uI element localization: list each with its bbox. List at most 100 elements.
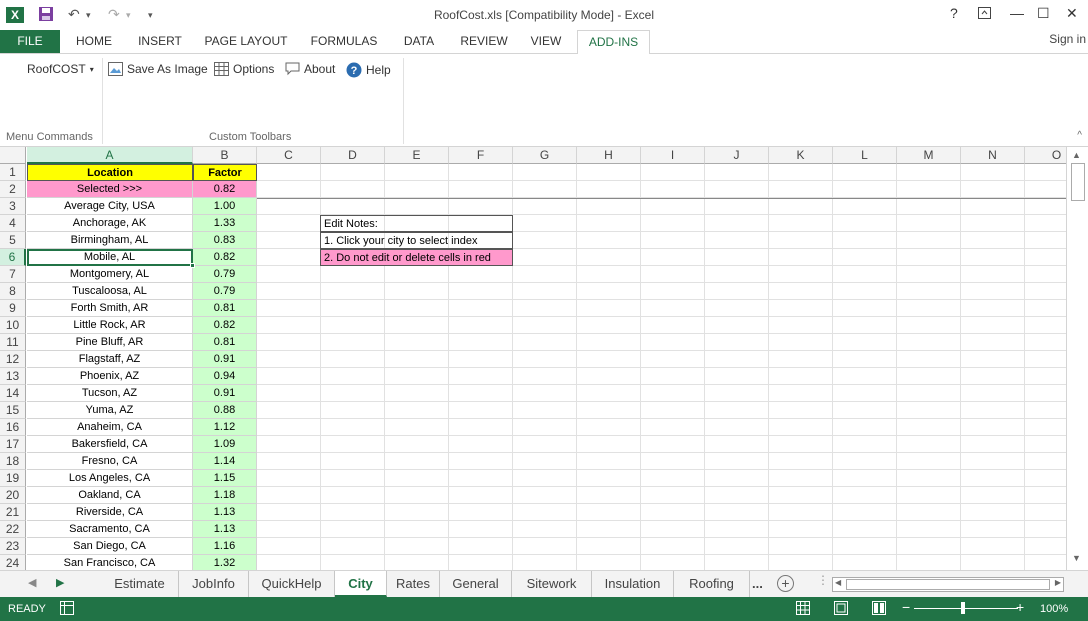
edit-notes-line-1[interactable]: 1. Click your city to select index xyxy=(320,232,513,249)
tab-view[interactable]: VIEW xyxy=(522,30,570,54)
row-header[interactable]: 9 xyxy=(0,300,26,317)
column-header-n[interactable]: N xyxy=(961,147,1025,164)
factor-cell[interactable]: 0.91 xyxy=(193,385,257,402)
city-cell[interactable]: Los Angeles, CA xyxy=(27,470,193,487)
factor-cell[interactable]: 0.79 xyxy=(193,266,257,283)
factor-cell[interactable]: 1.15 xyxy=(193,470,257,487)
row-header[interactable]: 22 xyxy=(0,521,26,538)
edit-notes-line-2[interactable]: 2. Do not edit or delete cells in red xyxy=(320,249,513,266)
row-header[interactable]: 21 xyxy=(0,504,26,521)
ribbon-display-options-icon[interactable] xyxy=(978,7,991,22)
roofcost-menu-button[interactable]: RoofCOST ▾ xyxy=(27,62,94,76)
factor-cell[interactable]: 0.82 xyxy=(193,249,257,266)
column-header-i[interactable]: I xyxy=(641,147,705,164)
row-header[interactable]: 3 xyxy=(0,198,26,215)
city-cell[interactable]: Montgomery, AL xyxy=(27,266,193,283)
fill-handle[interactable] xyxy=(190,263,195,268)
sign-in-link[interactable]: Sign in xyxy=(1049,32,1086,46)
sheet-tab-estimate[interactable]: Estimate xyxy=(101,571,179,597)
tab-formulas[interactable]: FORMULAS xyxy=(304,30,384,54)
column-header-d[interactable]: D xyxy=(321,147,385,164)
tab-insert[interactable]: INSERT xyxy=(130,30,190,54)
factor-header-cell[interactable]: Factor xyxy=(193,164,257,181)
maximize-icon[interactable]: ☐ xyxy=(1037,5,1050,22)
city-cell[interactable]: Oakland, CA xyxy=(27,487,193,504)
column-header-m[interactable]: M xyxy=(897,147,961,164)
row-header[interactable]: 20 xyxy=(0,487,26,504)
zoom-slider[interactable] xyxy=(914,608,1018,609)
zoom-slider-thumb[interactable] xyxy=(961,602,965,614)
select-all-corner[interactable] xyxy=(0,147,26,164)
zoom-out-icon[interactable]: − xyxy=(902,599,910,615)
row-header[interactable]: 24 xyxy=(0,555,26,570)
row-header[interactable]: 1 xyxy=(0,164,26,181)
column-header-c[interactable]: C xyxy=(257,147,321,164)
worksheet-grid[interactable]: A B C D E F G H I J K L M N O 1 2 3 4 5 6 7 8 9 10 11 12 13 14 15 16 17… xyxy=(0,147,1066,570)
sheet-tab-insulation[interactable]: Insulation xyxy=(592,571,674,597)
horizontal-scroll-thumb[interactable] xyxy=(846,579,1050,590)
macro-record-icon[interactable] xyxy=(60,601,74,618)
sheet-tab-quickhelp[interactable]: QuickHelp xyxy=(249,571,335,597)
column-header-g[interactable]: G xyxy=(513,147,577,164)
row-header[interactable]: 19 xyxy=(0,470,26,487)
factor-cell[interactable]: 1.18 xyxy=(193,487,257,504)
city-cell[interactable]: Fresno, CA xyxy=(27,453,193,470)
horizontal-scrollbar[interactable]: ◀ ▶ xyxy=(832,577,1064,592)
city-cell[interactable]: Sacramento, CA xyxy=(27,521,193,538)
vertical-scroll-thumb[interactable] xyxy=(1071,163,1085,201)
tab-add-ins[interactable]: ADD-INS xyxy=(577,30,650,54)
scroll-up-icon[interactable]: ▲ xyxy=(1072,150,1081,160)
factor-cell[interactable]: 0.91 xyxy=(193,351,257,368)
city-cell[interactable]: Forth Smith, AR xyxy=(27,300,193,317)
factor-cell[interactable]: 1.33 xyxy=(193,215,257,232)
help-button[interactable]: ? Help xyxy=(346,62,391,78)
factor-cell[interactable]: 0.81 xyxy=(193,334,257,351)
city-cell[interactable]: Mobile, AL xyxy=(27,249,193,266)
selected-label-cell[interactable]: Selected >>> xyxy=(27,181,193,198)
city-cell[interactable]: San Francisco, CA xyxy=(27,555,193,570)
factor-cell[interactable]: 1.00 xyxy=(193,198,257,215)
page-break-view-icon[interactable] xyxy=(872,601,886,618)
column-header-e[interactable]: E xyxy=(385,147,449,164)
scroll-tabs-left-icon[interactable]: ◀ xyxy=(28,576,36,589)
row-header[interactable]: 4 xyxy=(0,215,26,232)
help-icon[interactable]: ? xyxy=(950,5,958,21)
edit-notes-title[interactable]: Edit Notes: xyxy=(320,215,513,232)
minimize-icon[interactable]: — xyxy=(1010,5,1024,21)
page-layout-view-icon[interactable] xyxy=(834,601,848,618)
sheet-tab-jobinfo[interactable]: JobInfo xyxy=(179,571,249,597)
row-header[interactable]: 5 xyxy=(0,232,26,249)
city-cell[interactable]: Yuma, AZ xyxy=(27,402,193,419)
scroll-left-icon[interactable]: ◀ xyxy=(835,578,841,587)
city-cell[interactable]: Little Rock, AR xyxy=(27,317,193,334)
city-cell[interactable]: Pine Bluff, AR xyxy=(27,334,193,351)
factor-cell[interactable]: 1.32 xyxy=(193,555,257,570)
factor-cell[interactable]: 0.83 xyxy=(193,232,257,249)
column-header-f[interactable]: F xyxy=(449,147,513,164)
zoom-in-icon[interactable]: + xyxy=(1016,599,1024,615)
row-header[interactable]: 6 xyxy=(0,249,26,266)
factor-cell[interactable]: 0.81 xyxy=(193,300,257,317)
sheet-tab-general[interactable]: General xyxy=(440,571,512,597)
column-header-h[interactable]: H xyxy=(577,147,641,164)
column-header-j[interactable]: J xyxy=(705,147,769,164)
factor-cell[interactable]: 1.13 xyxy=(193,504,257,521)
split-handle-icon[interactable]: ⋮ xyxy=(817,573,829,587)
city-cell[interactable]: Anchorage, AK xyxy=(27,215,193,232)
about-button[interactable]: About xyxy=(285,62,335,76)
row-header[interactable]: 14 xyxy=(0,385,26,402)
city-cell[interactable]: Riverside, CA xyxy=(27,504,193,521)
scroll-right-icon[interactable]: ▶ xyxy=(1055,578,1061,587)
row-header[interactable]: 12 xyxy=(0,351,26,368)
close-icon[interactable]: ✕ xyxy=(1066,5,1078,22)
column-header-o[interactable]: O xyxy=(1025,147,1066,164)
city-cell[interactable]: Bakersfield, CA xyxy=(27,436,193,453)
sheet-tab-roofing[interactable]: Roofing xyxy=(674,571,750,597)
factor-cell[interactable]: 1.13 xyxy=(193,521,257,538)
scroll-down-icon[interactable]: ▼ xyxy=(1072,553,1081,563)
city-cell[interactable]: Tuscaloosa, AL xyxy=(27,283,193,300)
row-header[interactable]: 15 xyxy=(0,402,26,419)
tab-file[interactable]: FILE xyxy=(0,30,60,54)
factor-cell[interactable]: 1.14 xyxy=(193,453,257,470)
factor-cell[interactable]: 0.79 xyxy=(193,283,257,300)
